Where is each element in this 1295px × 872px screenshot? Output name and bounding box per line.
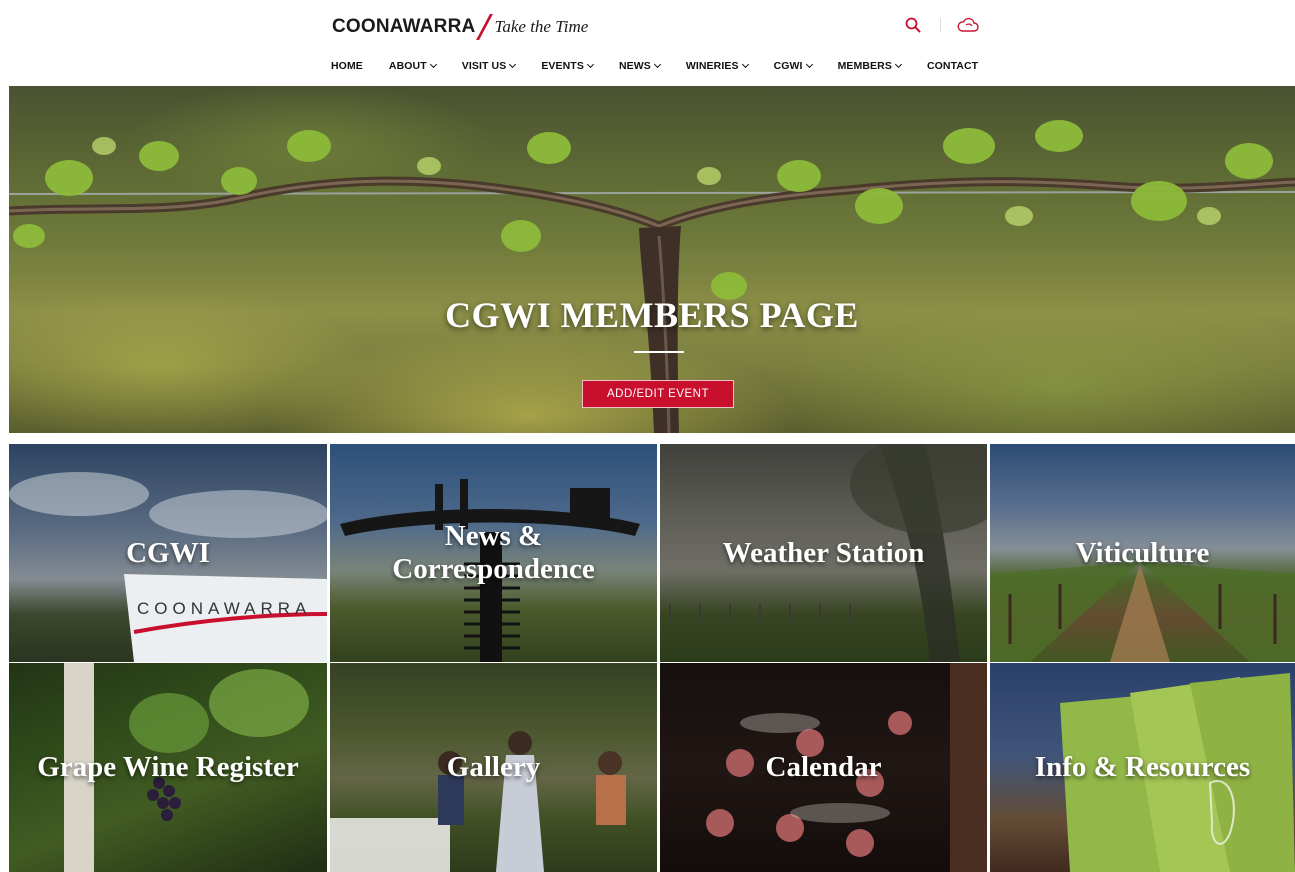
logo-slash-mark xyxy=(476,14,494,40)
tile-label: Gallery xyxy=(446,751,541,783)
nav-label: CGWI xyxy=(773,60,803,72)
tile-news-correspondence[interactable]: News & Correspondence xyxy=(330,444,657,662)
main-nav: HOME ABOUT VISIT US EVENTS NEWS WINERIES… xyxy=(331,60,978,72)
sign-text: COONAWARRA xyxy=(137,599,311,618)
nav-label: CONTACT xyxy=(926,60,979,72)
add-edit-event-button[interactable]: ADD/EDIT EVENT xyxy=(582,380,734,408)
search-icon[interactable] xyxy=(900,13,926,37)
nav-home[interactable]: HOME xyxy=(331,60,363,72)
nav-about[interactable]: ABOUT xyxy=(388,60,437,72)
tile-info-resources[interactable]: Info & Resources xyxy=(990,663,1295,872)
nav-label: HOME xyxy=(331,60,363,72)
chevron-down-icon xyxy=(586,60,594,69)
tile-label: Info & Resources xyxy=(1034,751,1251,783)
nav-members[interactable]: MEMBERS xyxy=(837,60,902,72)
chevron-down-icon xyxy=(894,60,902,69)
chevron-down-icon xyxy=(805,60,813,69)
nav-visit-us[interactable]: VISIT US xyxy=(461,60,517,72)
nav-news[interactable]: NEWS xyxy=(618,60,661,72)
tile-label: Viticulture xyxy=(1075,536,1210,569)
tile-cgwi[interactable]: COONAWARRA CGWI xyxy=(9,444,327,662)
nav-label: WINERIES xyxy=(685,60,739,72)
tile-label: Calendar xyxy=(765,751,882,783)
logo-tagline: Take the Time xyxy=(494,17,589,36)
tile-grape-wine-register[interactable]: Grape Wine Register xyxy=(9,663,327,872)
nav-label: MEMBERS xyxy=(837,60,892,72)
tile-label: Grape Wine Register xyxy=(37,751,299,783)
tile-label: CGWI xyxy=(126,536,210,569)
tile-gallery[interactable]: Gallery xyxy=(330,663,657,872)
logo-wordmark: COONAWARRA xyxy=(332,16,476,37)
site-logo[interactable]: COONAWARRA Take the Time xyxy=(332,13,588,41)
hero-banner: CGWI MEMBERS PAGE ADD/EDIT EVENT xyxy=(9,86,1295,433)
nav-wineries[interactable]: WINERIES xyxy=(685,60,749,72)
nav-events[interactable]: EVENTS xyxy=(541,60,594,72)
hero-title: CGWI MEMBERS PAGE xyxy=(445,295,859,335)
nav-label: VISIT US xyxy=(461,60,507,72)
chevron-down-icon xyxy=(509,60,517,69)
chevron-down-icon xyxy=(429,60,437,69)
nav-label: EVENTS xyxy=(541,60,584,72)
tile-calendar[interactable]: Calendar xyxy=(660,663,987,872)
tile-label: News & Correspondence xyxy=(392,520,595,585)
chevron-down-icon xyxy=(741,60,749,69)
header-utility-icons xyxy=(900,13,981,37)
nav-cgwi[interactable]: CGWI xyxy=(773,60,813,72)
site-header: COONAWARRA Take the Time HOME ABOUT VISI… xyxy=(0,0,1295,86)
hero-divider xyxy=(634,351,684,353)
cloud-icon[interactable] xyxy=(955,13,981,37)
nav-label: ABOUT xyxy=(388,60,427,72)
tile-label: Weather Station xyxy=(722,536,925,569)
chevron-down-icon xyxy=(653,60,661,69)
nav-label: NEWS xyxy=(618,60,651,72)
utility-divider xyxy=(940,18,941,32)
nav-contact[interactable]: CONTACT xyxy=(927,60,978,72)
tile-viticulture[interactable]: Viticulture xyxy=(990,444,1295,662)
tile-weather-station[interactable]: Weather Station xyxy=(660,444,987,662)
